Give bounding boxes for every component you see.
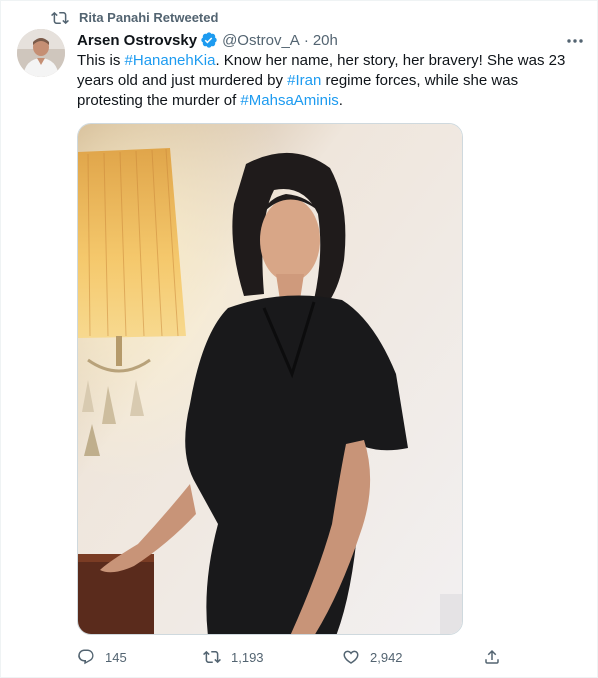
tweet-actions: 145 1,193 2,942 [77, 645, 507, 669]
share-icon [485, 649, 499, 664]
verified-badge-icon [201, 32, 217, 48]
tweet-text: This is #HananehKia. Know her name, her … [77, 51, 587, 111]
retweet-count: 1,193 [231, 649, 264, 665]
hashtag-link[interactable]: #HananehKia [125, 52, 216, 69]
photo-image [78, 124, 462, 634]
more-options-icon[interactable] [563, 31, 587, 51]
like-button[interactable]: 2,942 [342, 645, 403, 669]
avatar[interactable] [17, 29, 65, 77]
tweet[interactable]: Rita Panahi Retweeted Arsen Ostrovsky @O… [0, 0, 598, 678]
reply-button[interactable]: 145 [77, 645, 127, 669]
share-button[interactable] [483, 645, 511, 669]
heart-icon [343, 650, 359, 664]
reply-count: 145 [105, 649, 127, 665]
retweet-icon [203, 650, 221, 664]
tweet-timestamp[interactable]: 20h [313, 32, 338, 49]
tweet-photo[interactable] [77, 123, 463, 635]
author-handle[interactable]: @Ostrov_A [222, 32, 300, 49]
avatar-image [17, 29, 65, 77]
tweet-text-segment: . [338, 92, 343, 109]
retweet-icon [51, 11, 69, 25]
like-count: 2,942 [370, 649, 403, 665]
retweet-context-label: Rita Panahi Retweeted [79, 10, 219, 25]
tweet-text-segment: This is [77, 52, 125, 69]
header-separator: · [303, 31, 309, 49]
tweet-header: Arsen Ostrovsky @Ostrov_A · 20h [77, 30, 338, 50]
hashtag-link[interactable]: #MahsaAminis [240, 92, 338, 109]
reply-icon [78, 649, 94, 665]
author-name[interactable]: Arsen Ostrovsky [77, 32, 197, 49]
retweet-button[interactable]: 1,193 [203, 645, 264, 669]
hashtag-link[interactable]: #Iran [287, 72, 321, 89]
